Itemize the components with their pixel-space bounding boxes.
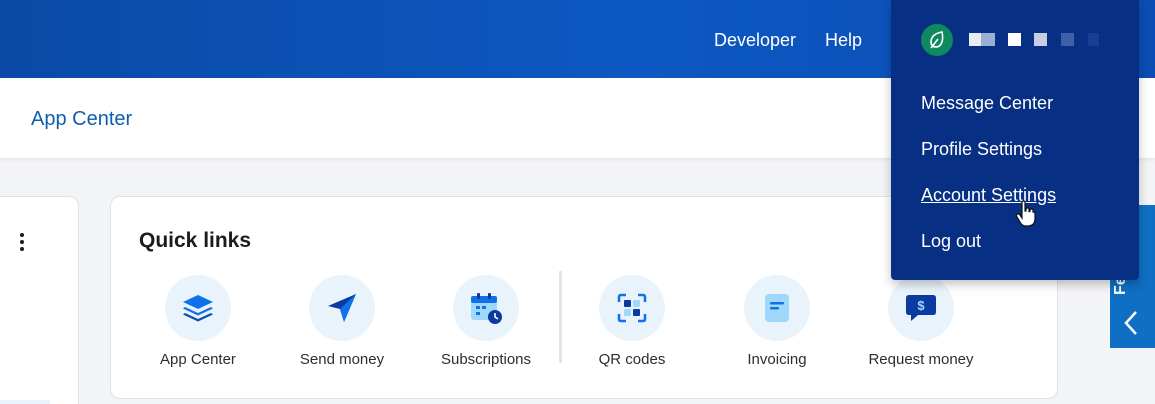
quick-link-icon-bg xyxy=(165,275,231,341)
account-dropdown-menu: Message Center Profile Settings Account … xyxy=(891,0,1139,280)
redacted-name-block xyxy=(1008,33,1021,46)
quick-links-title: Quick links xyxy=(139,229,252,252)
hand-cursor-icon xyxy=(1015,200,1036,227)
quick-link-request-money[interactable]: $ Request money xyxy=(856,275,986,368)
calendar-clock-icon xyxy=(471,293,502,324)
app-center-link[interactable]: App Center xyxy=(31,108,132,131)
quick-link-send-money[interactable]: Send money xyxy=(277,275,407,368)
more-options-icon[interactable] xyxy=(17,233,27,255)
developer-link[interactable]: Developer xyxy=(714,30,796,51)
quick-links-divider xyxy=(559,271,562,363)
quick-link-label: Invoicing xyxy=(747,351,807,368)
redacted-name-block xyxy=(1034,33,1047,46)
invoice-icon xyxy=(765,294,789,322)
quick-link-app-center[interactable]: App Center xyxy=(133,275,263,368)
svg-text:$: $ xyxy=(917,298,925,313)
quick-link-label: Request money xyxy=(868,351,974,368)
message-center-item[interactable]: Message Center xyxy=(921,93,1053,114)
layers-icon xyxy=(183,295,213,322)
help-link[interactable]: Help xyxy=(825,30,862,51)
quick-link-icon-bg: $ xyxy=(888,275,954,341)
quick-link-subscriptions[interactable]: Subscriptions xyxy=(421,275,551,368)
quick-link-label: App Center xyxy=(160,351,236,368)
left-card-strip xyxy=(0,400,50,404)
redacted-name-block xyxy=(1088,33,1099,46)
profile-settings-item[interactable]: Profile Settings xyxy=(921,139,1042,160)
chevron-left-icon xyxy=(1124,311,1137,335)
redacted-name-block xyxy=(981,33,995,46)
quick-link-icon-bg xyxy=(599,275,665,341)
quick-link-icon-bg xyxy=(453,275,519,341)
quick-link-label: Subscriptions xyxy=(440,351,532,368)
quick-link-invoicing[interactable]: Invoicing xyxy=(712,275,842,368)
quick-link-label: QR codes xyxy=(598,351,666,368)
quick-link-icon-bg xyxy=(309,275,375,341)
paper-plane-icon xyxy=(328,294,356,322)
money-request-icon: $ xyxy=(906,295,936,321)
quick-link-label: Send money xyxy=(299,351,385,368)
log-out-item[interactable]: Log out xyxy=(921,231,981,252)
redacted-name-block xyxy=(1061,33,1074,46)
left-card xyxy=(0,196,79,404)
quick-link-icon-bg xyxy=(744,275,810,341)
quick-link-qr-codes[interactable]: QR codes xyxy=(567,275,697,368)
qr-code-icon xyxy=(617,293,647,323)
leaf-avatar-icon[interactable] xyxy=(921,24,953,56)
